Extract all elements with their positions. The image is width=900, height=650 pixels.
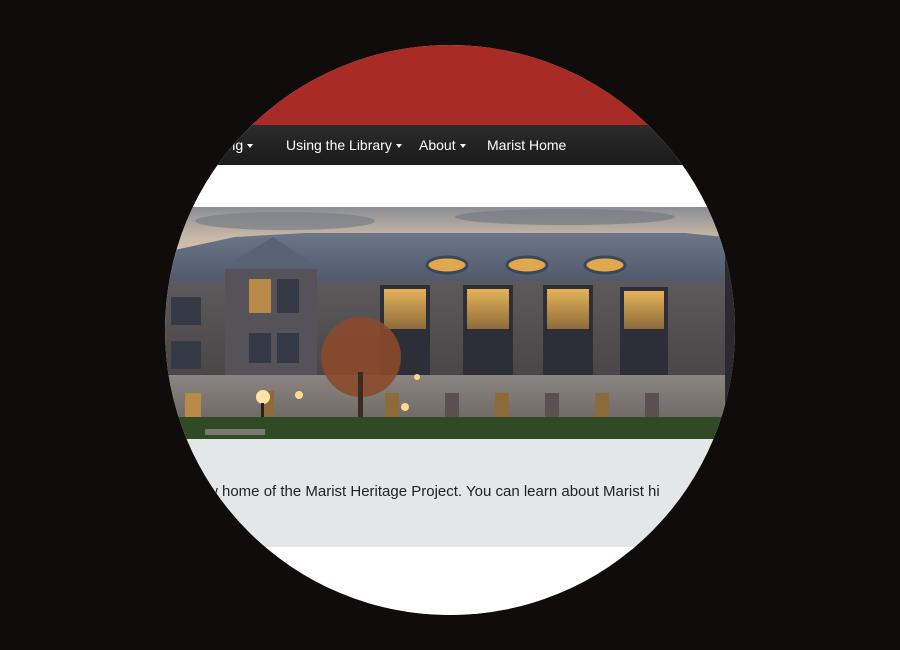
library-building-image bbox=[165, 207, 735, 439]
nav-item-researching[interactable]: rching bbox=[205, 125, 254, 165]
nav-item-label: About bbox=[419, 137, 456, 153]
content-panel: w home of the Marist Heritage Project. Y… bbox=[165, 439, 735, 547]
nav-item-label: rching bbox=[205, 137, 244, 153]
spacer bbox=[165, 165, 735, 207]
nav-item-using-the-library[interactable]: Using the Library bbox=[286, 125, 402, 165]
caret-down-icon bbox=[247, 144, 254, 149]
nav-item-marist-home[interactable]: Marist Home bbox=[487, 125, 566, 165]
caret-down-icon bbox=[395, 144, 402, 149]
nav-item-about[interactable]: About bbox=[419, 125, 466, 165]
nav-item-label: Using the Library bbox=[286, 137, 392, 153]
hero-image bbox=[165, 207, 735, 439]
main-navbar: rching Using the Library About Marist Ho… bbox=[165, 125, 735, 165]
nav-item-label: Marist Home bbox=[487, 137, 567, 153]
page-background bbox=[165, 547, 735, 615]
caret-down-icon bbox=[459, 144, 466, 149]
site-header-banner bbox=[165, 45, 735, 125]
intro-text: w home of the Marist Heritage Project. Y… bbox=[207, 483, 660, 500]
magnified-viewport: rching Using the Library About Marist Ho… bbox=[165, 45, 735, 615]
